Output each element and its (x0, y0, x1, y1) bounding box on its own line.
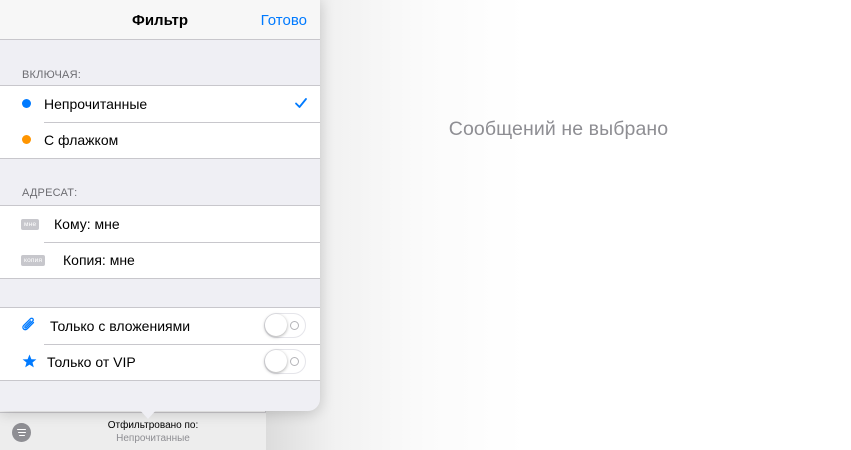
options-group: Только с вложениями Только от VIP (0, 307, 320, 381)
filter-row-label: Копия: мне (63, 252, 135, 268)
message-detail-pane: Сообщений не выбрано (266, 0, 851, 450)
cc-badge: копия (21, 255, 46, 266)
filter-popover: Фильтр Готово ВКЛЮЧАЯ: Непрочитанные С ф… (0, 0, 320, 411)
attachments-toggle[interactable] (264, 313, 306, 338)
toggle-off-indicator (290, 357, 299, 366)
including-group: Непрочитанные С флажком (0, 85, 320, 159)
section-header-including: ВКЛЮЧАЯ: (22, 69, 81, 81)
toggle-knob (265, 314, 287, 336)
star-icon (22, 354, 37, 368)
filtered-by-value: Непрочитанные (116, 433, 190, 444)
to-me-badge: мне (21, 219, 40, 230)
filter-row-to-me[interactable]: мне Кому: мне (0, 206, 320, 242)
filter-row-unread[interactable]: Непрочитанные (0, 86, 320, 122)
filter-status[interactable]: Отфильтровано по: Непрочитанные (40, 419, 266, 445)
no-message-selected-text: Сообщений не выбрано (448, 118, 669, 140)
filter-icon[interactable] (12, 423, 31, 442)
filter-row-vip: Только от VIP (0, 344, 320, 380)
section-header-addressee: АДРЕСАТ: (22, 187, 78, 199)
filter-row-label: С флажком (44, 132, 119, 148)
filtered-by-label: Отфильтровано по: (107, 420, 199, 431)
filter-row-label: Только с вложениями (50, 318, 191, 334)
filter-row-flagged[interactable]: С флажком (0, 122, 320, 158)
toggle-knob (265, 350, 287, 372)
filter-row-label: Непрочитанные (44, 96, 148, 112)
checkmark-icon (295, 98, 307, 108)
filter-row-attachments: Только с вложениями (0, 308, 320, 344)
filter-row-label: Только от VIP (47, 354, 136, 370)
paperclip-icon (22, 317, 35, 331)
popover-arrow (138, 408, 158, 419)
done-button[interactable]: Готово (261, 12, 307, 29)
bottom-toolbar: Отфильтровано по: Непрочитанные (0, 412, 266, 450)
unread-dot-icon (22, 99, 31, 108)
toggle-off-indicator (290, 321, 299, 330)
filter-row-label: Кому: мне (54, 216, 120, 232)
popover-nav-bar: Фильтр Готово (0, 0, 320, 40)
addressee-group: мне Кому: мне копия Копия: мне (0, 205, 320, 279)
filter-row-cc-me[interactable]: копия Копия: мне (0, 242, 320, 278)
vip-toggle[interactable] (264, 349, 306, 374)
flag-dot-icon (22, 135, 31, 144)
